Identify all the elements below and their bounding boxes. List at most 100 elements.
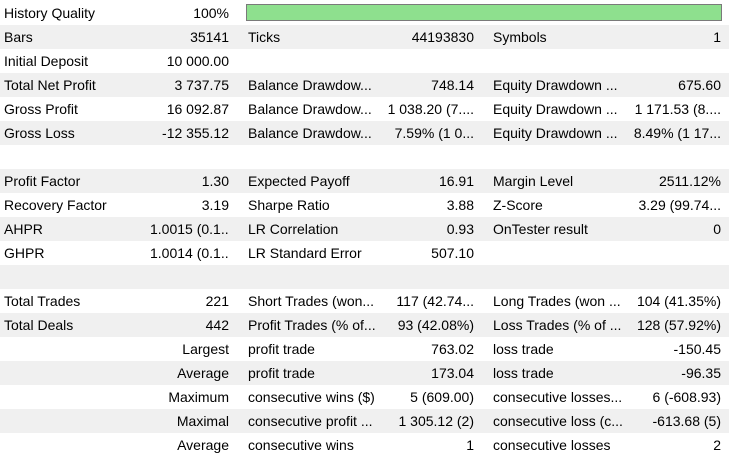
stats-row-largest: Largest profit trade 763.02 loss trade -…	[0, 337, 729, 361]
stat-label: Ticks	[248, 29, 281, 45]
stat-value: 3 737.75	[174, 77, 230, 93]
stat-value: 442	[205, 317, 229, 333]
stats-row-maximum: Maximum consecutive wins ($) 5 (609.00) …	[0, 385, 729, 409]
stat-value: 173.04	[431, 365, 474, 381]
stat-value: 0.93	[446, 221, 474, 237]
stats-row-ahpr: AHPR 1.0015 (0.1... LR Correlation 0.93 …	[0, 217, 729, 241]
stat-label: OnTester result	[493, 221, 588, 237]
stat-value: 2511.12%	[658, 173, 721, 189]
stat-value: 675.60	[678, 77, 721, 93]
stat-value: -12 355.12	[162, 125, 229, 141]
stat-value: 1	[466, 437, 474, 453]
stat-value: 1	[713, 29, 721, 45]
history-quality-row: History Quality 100%	[0, 1, 729, 25]
stats-row-total-net-profit: Total Net Profit 3 737.75 Balance Drawdo…	[0, 73, 729, 97]
stat-value: -150.45	[673, 341, 721, 357]
history-quality-bar	[246, 4, 722, 21]
stats-row-bars: Bars 35141 Ticks 44193830 Symbols 1	[0, 25, 729, 49]
stat-label: Recovery Factor	[4, 197, 107, 213]
spacer-row	[0, 265, 729, 289]
stat-label: LR Correlation	[248, 221, 339, 237]
stats-row-ghpr: GHPR 1.0014 (0.1... LR Standard Error 50…	[0, 241, 729, 265]
stat-value: 3.29 (99.74...	[638, 197, 721, 213]
stat-value: 221	[205, 293, 229, 309]
stat-value: 748.14	[431, 77, 474, 93]
stat-label: Balance Drawdow...	[248, 77, 372, 93]
stats-row-maximal: Maximal consecutive profit ... 1 305.12 …	[0, 409, 729, 433]
stat-value: 35141	[190, 29, 229, 45]
stat-label: Profit Factor	[4, 173, 81, 189]
stat-label: Symbols	[493, 29, 547, 45]
stat-label: Initial Deposit	[4, 53, 89, 69]
stat-value: 8.49% (1 17...	[633, 125, 721, 141]
stat-value: 16 092.87	[166, 101, 229, 117]
stat-label: Total Deals	[4, 317, 74, 333]
stat-label: profit trade	[248, 365, 315, 381]
stat-label: consecutive loss (c...	[493, 413, 623, 429]
stat-value: 104 (41.35%)	[636, 293, 721, 309]
stat-value: -96.35	[681, 365, 721, 381]
stat-label: Bars	[4, 29, 33, 45]
stat-label: Margin Level	[493, 173, 574, 189]
stats-row-average: Average profit trade 173.04 loss trade -…	[0, 361, 729, 385]
stats-row-gross-loss: Gross Loss -12 355.12 Balance Drawdow...…	[0, 121, 729, 145]
stats-row-initial-deposit: Initial Deposit 10 000.00	[0, 49, 729, 73]
stat-label: Maximum	[168, 389, 229, 405]
stat-value: 1 171.53 (8....	[634, 101, 721, 117]
stat-label: Average	[177, 365, 229, 381]
stat-label: loss trade	[493, 341, 554, 357]
stat-label: profit trade	[248, 341, 315, 357]
stat-label: consecutive losses...	[493, 389, 623, 405]
history-quality-bar-fill	[247, 5, 721, 20]
stat-label: Equity Drawdown ...	[493, 77, 618, 93]
stat-label	[248, 49, 383, 73]
stat-label: AHPR	[4, 221, 43, 237]
stats-row-total-trades: Total Trades 221 Short Trades (won... 11…	[0, 289, 729, 313]
stats-row-recovery-factor: Recovery Factor 3.19 Sharpe Ratio 3.88 Z…	[0, 193, 729, 217]
stat-label: consecutive wins	[248, 437, 354, 453]
stat-value: 117 (42.74...	[396, 293, 474, 309]
stat-label: Sharpe Ratio	[248, 197, 330, 213]
stat-value: 3.19	[201, 197, 229, 213]
stat-label: consecutive losses	[493, 437, 611, 453]
stat-label: Total Trades	[4, 293, 81, 309]
stat-label: Short Trades (won...	[248, 293, 375, 309]
stat-label: Equity Drawdown ...	[493, 125, 618, 141]
stat-value	[626, 49, 721, 73]
stat-value: 44193830	[411, 29, 474, 45]
stats-row-gross-profit: Gross Profit 16 092.87 Balance Drawdow..…	[0, 97, 729, 121]
stat-value: 0	[713, 221, 721, 237]
stat-label: Balance Drawdow...	[248, 125, 372, 141]
stat-value: 93 (42.08%)	[397, 317, 474, 333]
stat-value: 7.59% (1 0...	[394, 125, 474, 141]
stat-value: 16.91	[438, 173, 474, 189]
stat-value: 507.10	[431, 245, 474, 261]
stat-value: 128 (57.92%)	[636, 317, 721, 333]
history-quality-value: 100%	[193, 5, 229, 21]
stat-label: Profit Trades (% of...	[248, 317, 376, 333]
stat-label	[493, 49, 628, 73]
stat-label: Balance Drawdow...	[248, 101, 372, 117]
stat-label: Loss Trades (% of ...	[493, 317, 622, 333]
stat-value: 2	[713, 437, 721, 453]
stat-label: loss trade	[493, 365, 554, 381]
history-quality-label: History Quality	[4, 5, 96, 21]
stat-label: Average	[177, 437, 229, 453]
stat-value	[382, 49, 474, 73]
stat-label: Equity Drawdown ...	[493, 101, 618, 117]
stat-label: Z-Score	[493, 197, 543, 213]
stat-value: 763.02	[431, 341, 474, 357]
stat-value: -613.68 (5)	[652, 413, 721, 429]
stat-label	[493, 241, 628, 265]
stat-value: 1.30	[201, 173, 229, 189]
stat-label: Total Net Profit	[4, 77, 96, 93]
stat-value: 3.88	[446, 197, 474, 213]
stat-value: 6 (-608.93)	[652, 389, 721, 405]
stat-value	[626, 241, 721, 265]
stat-label: Maximal	[176, 413, 229, 429]
stat-label: LR Standard Error	[248, 245, 362, 261]
stat-label: consecutive wins ($)	[248, 389, 375, 405]
stat-label: consecutive profit ...	[248, 413, 373, 429]
stat-value: 1 305.12 (2)	[398, 413, 475, 429]
stat-value: 10 000.00	[166, 53, 229, 69]
